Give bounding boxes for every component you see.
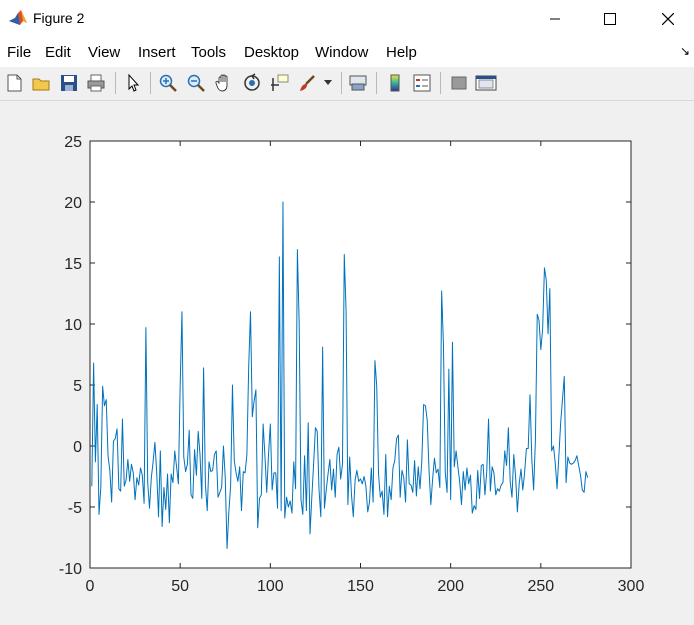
- y-tick-label: 5: [73, 378, 82, 395]
- rotate-3d-button[interactable]: [240, 71, 264, 95]
- zoom-out-icon: [187, 74, 205, 92]
- pan-button[interactable]: [212, 71, 236, 95]
- axes-box[interactable]: [89, 140, 632, 569]
- brush-button[interactable]: [296, 71, 320, 95]
- figure-toolbar: [0, 67, 694, 101]
- folder-icon: [32, 78, 50, 91]
- link-plot-button[interactable]: [346, 71, 370, 95]
- window-title: Figure 2: [33, 10, 85, 26]
- title-bar: Figure 2: [0, 0, 694, 37]
- new-file-icon: [7, 74, 22, 92]
- maximize-icon: [604, 12, 616, 25]
- y-tick-label: -10: [59, 561, 82, 578]
- close-icon: [662, 12, 674, 25]
- data-cursor-icon: [271, 74, 289, 91]
- menu-insert[interactable]: Insert: [138, 44, 176, 61]
- minimize-icon: [550, 18, 560, 19]
- brush-dropdown[interactable]: [321, 71, 335, 95]
- y-tick-label: 10: [64, 317, 82, 334]
- y-tick-labels: -10 -5 0 5 10 15 20 25: [59, 134, 82, 578]
- menu-desktop[interactable]: Desktop: [244, 44, 299, 61]
- toolbar-separator: [376, 72, 377, 94]
- menu-tools[interactable]: Tools: [191, 44, 226, 61]
- pointer-icon: [128, 73, 140, 92]
- y-tick-label: 20: [64, 195, 82, 212]
- dropdown-arrow-icon: [324, 80, 332, 85]
- matlab-logo-icon: [9, 10, 27, 25]
- x-tick-label: 300: [618, 578, 645, 595]
- open-file-button[interactable]: [29, 71, 53, 95]
- x-tick-label: 0: [86, 578, 95, 595]
- menu-window[interactable]: Window: [315, 44, 368, 61]
- hand-icon: [215, 74, 228, 92]
- printer-icon: [87, 74, 105, 92]
- brush-icon: [300, 75, 315, 91]
- x-tick-label: 200: [437, 578, 464, 595]
- menu-file[interactable]: File: [7, 44, 31, 61]
- dock-arrow-icon[interactable]: ↘: [680, 44, 690, 58]
- menu-edit[interactable]: Edit: [45, 44, 71, 61]
- y-tick-label: 0: [73, 439, 82, 456]
- save-button[interactable]: [57, 71, 81, 95]
- rotate-3d-icon: [244, 73, 260, 91]
- x-tick-label: 50: [171, 578, 189, 595]
- insert-colorbar-button[interactable]: [383, 71, 407, 95]
- insert-legend-button[interactable]: [410, 71, 434, 95]
- colorbar-icon: [390, 74, 400, 92]
- plot-area: -10 -5 0 5 10 15 20 25 0 50 100 150 200 250 300: [59, 134, 645, 595]
- zoom-in-button[interactable]: [156, 71, 180, 95]
- show-plot-tools-button[interactable]: [474, 71, 498, 95]
- toolbar-separator: [150, 72, 151, 94]
- close-button[interactable]: [645, 0, 691, 37]
- hide-plot-tools-button[interactable]: [447, 71, 471, 95]
- y-tick-label: 15: [64, 256, 82, 273]
- link-plot-icon: [349, 75, 367, 91]
- menu-help[interactable]: Help: [386, 44, 417, 61]
- minimize-button[interactable]: [532, 0, 578, 37]
- y-tick-label: -5: [68, 500, 82, 517]
- x-tick-label: 250: [527, 578, 554, 595]
- zoom-out-button[interactable]: [184, 71, 208, 95]
- x-tick-label: 100: [257, 578, 284, 595]
- show-plot-tools-icon: [475, 75, 497, 91]
- x-tick-labels: 0 50 100 150 200 250 300: [86, 578, 645, 595]
- toolbar-separator: [341, 72, 342, 94]
- data-cursor-button[interactable]: [268, 71, 292, 95]
- x-tick-label: 150: [347, 578, 374, 595]
- new-figure-button[interactable]: [2, 71, 26, 95]
- save-icon: [61, 75, 77, 91]
- legend-icon: [413, 74, 431, 92]
- hide-plot-tools-icon: [451, 76, 467, 90]
- print-button[interactable]: [84, 71, 108, 95]
- toolbar-separator: [115, 72, 116, 94]
- menu-view[interactable]: View: [88, 44, 120, 61]
- maximize-button[interactable]: [587, 0, 633, 37]
- edit-plot-button[interactable]: [121, 71, 145, 95]
- zoom-in-icon: [159, 74, 177, 92]
- y-tick-label: 25: [64, 134, 82, 151]
- menu-bar: File Edit View Insert Tools Desktop Wind…: [0, 37, 694, 67]
- toolbar-separator: [440, 72, 441, 94]
